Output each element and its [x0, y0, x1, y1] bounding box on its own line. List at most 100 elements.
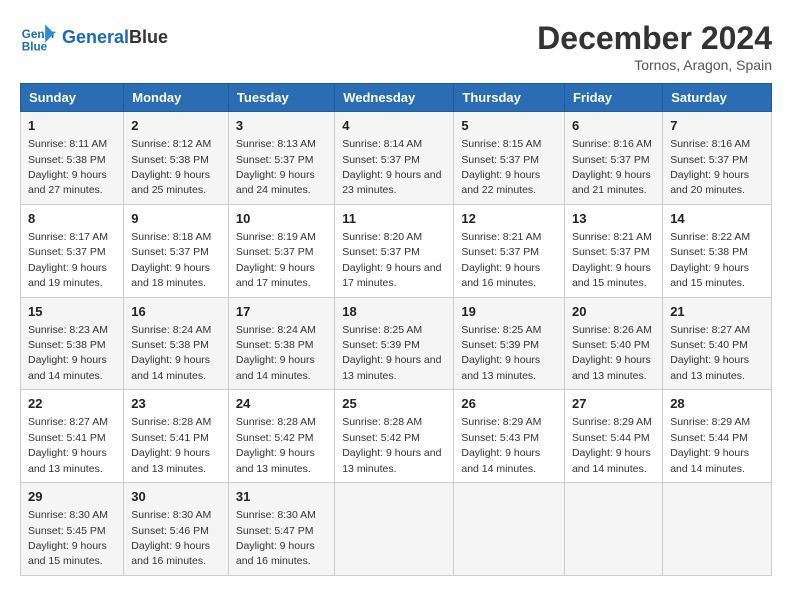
day-number: 14: [670, 210, 764, 228]
day-info: Sunrise: 8:30 AMSunset: 5:47 PMDaylight:…: [236, 509, 316, 567]
day-number: 11: [342, 210, 446, 228]
day-cell: 25 Sunrise: 8:28 AMSunset: 5:42 PMDayligh…: [335, 390, 454, 483]
day-info: Sunrise: 8:29 AMSunset: 5:44 PMDaylight:…: [572, 416, 652, 474]
day-info: Sunrise: 8:15 AMSunset: 5:37 PMDaylight:…: [461, 138, 541, 196]
day-cell: 20Sunrise: 8:26 AMSunset: 5:40 PMDayligh…: [564, 297, 662, 390]
day-number: 4: [342, 117, 446, 135]
day-cell: 2Sunrise: 8:12 AMSunset: 5:38 PMDaylight…: [124, 112, 229, 205]
week-row-3: 15Sunrise: 8:23 AMSunset: 5:38 PMDayligh…: [21, 297, 772, 390]
week-row-5: 29Sunrise: 8:30 AMSunset: 5:45 PMDayligh…: [21, 483, 772, 576]
logo: General Blue GeneralBlue: [20, 20, 168, 56]
page-header: General Blue GeneralBlue December 2024 T…: [20, 20, 772, 73]
day-cell: [454, 483, 565, 576]
day-number: 9: [131, 210, 221, 228]
week-row-2: 8Sunrise: 8:17 AMSunset: 5:37 PMDaylight…: [21, 204, 772, 297]
day-number: 16: [131, 303, 221, 321]
main-title: December 2024: [537, 20, 772, 57]
svg-text:Blue: Blue: [22, 41, 48, 54]
day-cell: 17 Sunrise: 8:24 AMSunset: 5:38 PMDayligh…: [228, 297, 334, 390]
header-thursday: Thursday: [454, 84, 565, 112]
day-cell: [663, 483, 772, 576]
day-info: Sunrise: 8:25 AMSunset: 5:39 PMDaylight:…: [461, 324, 541, 382]
day-cell: 19 Sunrise: 8:25 AMSunset: 5:39 PMDayligh…: [454, 297, 565, 390]
day-info: Sunrise: 8:18 AMSunset: 5:37 PMDaylight:…: [131, 231, 211, 289]
day-info: Sunrise: 8:19 AMSunset: 5:37 PMDaylight:…: [236, 231, 316, 289]
day-cell: 23Sunrise: 8:28 AMSunset: 5:41 PMDayligh…: [124, 390, 229, 483]
day-info: Sunrise: 8:28 AMSunset: 5:42 PMDaylight:…: [342, 416, 441, 474]
day-cell: 9 Sunrise: 8:18 AMSunset: 5:37 PMDaylight…: [124, 204, 229, 297]
day-cell: 6Sunrise: 8:16 AMSunset: 5:37 PMDaylight…: [564, 112, 662, 205]
day-cell: 10 Sunrise: 8:19 AMSunset: 5:37 PMDayligh…: [228, 204, 334, 297]
title-block: December 2024 Tornos, Aragon, Spain: [537, 20, 772, 73]
day-number: 12: [461, 210, 557, 228]
day-number: 17: [236, 303, 327, 321]
header-monday: Monday: [124, 84, 229, 112]
day-number: 6: [572, 117, 655, 135]
day-number: 1: [28, 117, 116, 135]
day-info: Sunrise: 8:21 AMSunset: 5:37 PMDaylight:…: [461, 231, 541, 289]
day-info: Sunrise: 8:12 AMSunset: 5:38 PMDaylight:…: [131, 138, 211, 196]
day-info: Sunrise: 8:17 AMSunset: 5:37 PMDaylight:…: [28, 231, 108, 289]
day-number: 25: [342, 395, 446, 413]
day-number: 31: [236, 488, 327, 506]
header-friday: Friday: [564, 84, 662, 112]
day-info: Sunrise: 8:27 AMSunset: 5:40 PMDaylight:…: [670, 324, 750, 382]
day-cell: 26Sunrise: 8:29 AMSunset: 5:43 PMDayligh…: [454, 390, 565, 483]
day-cell: 16 Sunrise: 8:24 AMSunset: 5:38 PMDayligh…: [124, 297, 229, 390]
calendar-table: SundayMondayTuesdayWednesdayThursdayFrid…: [20, 83, 772, 576]
day-info: Sunrise: 8:14 AMSunset: 5:37 PMDaylight:…: [342, 138, 441, 196]
day-cell: 31 Sunrise: 8:30 AMSunset: 5:47 PMDayligh…: [228, 483, 334, 576]
logo-icon: General Blue: [20, 20, 56, 56]
day-info: Sunrise: 8:25 AMSunset: 5:39 PMDaylight:…: [342, 324, 441, 382]
day-number: 18: [342, 303, 446, 321]
day-cell: 30Sunrise: 8:30 AMSunset: 5:46 PMDayligh…: [124, 483, 229, 576]
day-cell: 4 Sunrise: 8:14 AMSunset: 5:37 PMDaylight…: [335, 112, 454, 205]
day-number: 28: [670, 395, 764, 413]
day-number: 3: [236, 117, 327, 135]
header-wednesday: Wednesday: [335, 84, 454, 112]
day-info: Sunrise: 8:30 AMSunset: 5:45 PMDaylight:…: [28, 509, 108, 567]
day-info: Sunrise: 8:29 AMSunset: 5:44 PMDaylight:…: [670, 416, 750, 474]
day-cell: 24 Sunrise: 8:28 AMSunset: 5:42 PMDayligh…: [228, 390, 334, 483]
day-number: 19: [461, 303, 557, 321]
day-cell: 29Sunrise: 8:30 AMSunset: 5:45 PMDayligh…: [21, 483, 124, 576]
subtitle: Tornos, Aragon, Spain: [537, 57, 772, 73]
day-cell: 27 Sunrise: 8:29 AMSunset: 5:44 PMDayligh…: [564, 390, 662, 483]
day-number: 13: [572, 210, 655, 228]
day-number: 21: [670, 303, 764, 321]
day-cell: 14 Sunrise: 8:22 AMSunset: 5:38 PMDayligh…: [663, 204, 772, 297]
day-number: 15: [28, 303, 116, 321]
day-info: Sunrise: 8:24 AMSunset: 5:38 PMDaylight:…: [131, 324, 211, 382]
day-number: 27: [572, 395, 655, 413]
day-number: 30: [131, 488, 221, 506]
day-cell: [335, 483, 454, 576]
day-info: Sunrise: 8:28 AMSunset: 5:41 PMDaylight:…: [131, 416, 211, 474]
header-sunday: Sunday: [21, 84, 124, 112]
day-number: 10: [236, 210, 327, 228]
day-info: Sunrise: 8:22 AMSunset: 5:38 PMDaylight:…: [670, 231, 750, 289]
day-info: Sunrise: 8:13 AMSunset: 5:37 PMDaylight:…: [236, 138, 316, 196]
day-cell: 18 Sunrise: 8:25 AMSunset: 5:39 PMDayligh…: [335, 297, 454, 390]
header-tuesday: Tuesday: [228, 84, 334, 112]
header-saturday: Saturday: [663, 84, 772, 112]
day-cell: 22Sunrise: 8:27 AMSunset: 5:41 PMDayligh…: [21, 390, 124, 483]
day-cell: [564, 483, 662, 576]
day-cell: 21 Sunrise: 8:27 AMSunset: 5:40 PMDayligh…: [663, 297, 772, 390]
day-info: Sunrise: 8:20 AMSunset: 5:37 PMDaylight:…: [342, 231, 441, 289]
day-cell: 5Sunrise: 8:15 AMSunset: 5:37 PMDaylight…: [454, 112, 565, 205]
day-cell: 8Sunrise: 8:17 AMSunset: 5:37 PMDaylight…: [21, 204, 124, 297]
logo-text: GeneralBlue: [62, 28, 168, 48]
day-cell: 1 Sunrise: 8:11 AMSunset: 5:38 PMDaylight…: [21, 112, 124, 205]
day-cell: 12 Sunrise: 8:21 AMSunset: 5:37 PMDayligh…: [454, 204, 565, 297]
day-info: Sunrise: 8:24 AMSunset: 5:38 PMDaylight:…: [236, 324, 316, 382]
day-cell: 15Sunrise: 8:23 AMSunset: 5:38 PMDayligh…: [21, 297, 124, 390]
day-info: Sunrise: 8:29 AMSunset: 5:43 PMDaylight:…: [461, 416, 541, 474]
day-cell: 28 Sunrise: 8:29 AMSunset: 5:44 PMDayligh…: [663, 390, 772, 483]
day-number: 24: [236, 395, 327, 413]
week-row-1: 1 Sunrise: 8:11 AMSunset: 5:38 PMDaylight…: [21, 112, 772, 205]
day-cell: 3 Sunrise: 8:13 AMSunset: 5:37 PMDaylight…: [228, 112, 334, 205]
day-info: Sunrise: 8:28 AMSunset: 5:42 PMDaylight:…: [236, 416, 316, 474]
week-row-4: 22Sunrise: 8:27 AMSunset: 5:41 PMDayligh…: [21, 390, 772, 483]
day-info: Sunrise: 8:11 AMSunset: 5:38 PMDaylight:…: [28, 138, 107, 196]
day-number: 20: [572, 303, 655, 321]
